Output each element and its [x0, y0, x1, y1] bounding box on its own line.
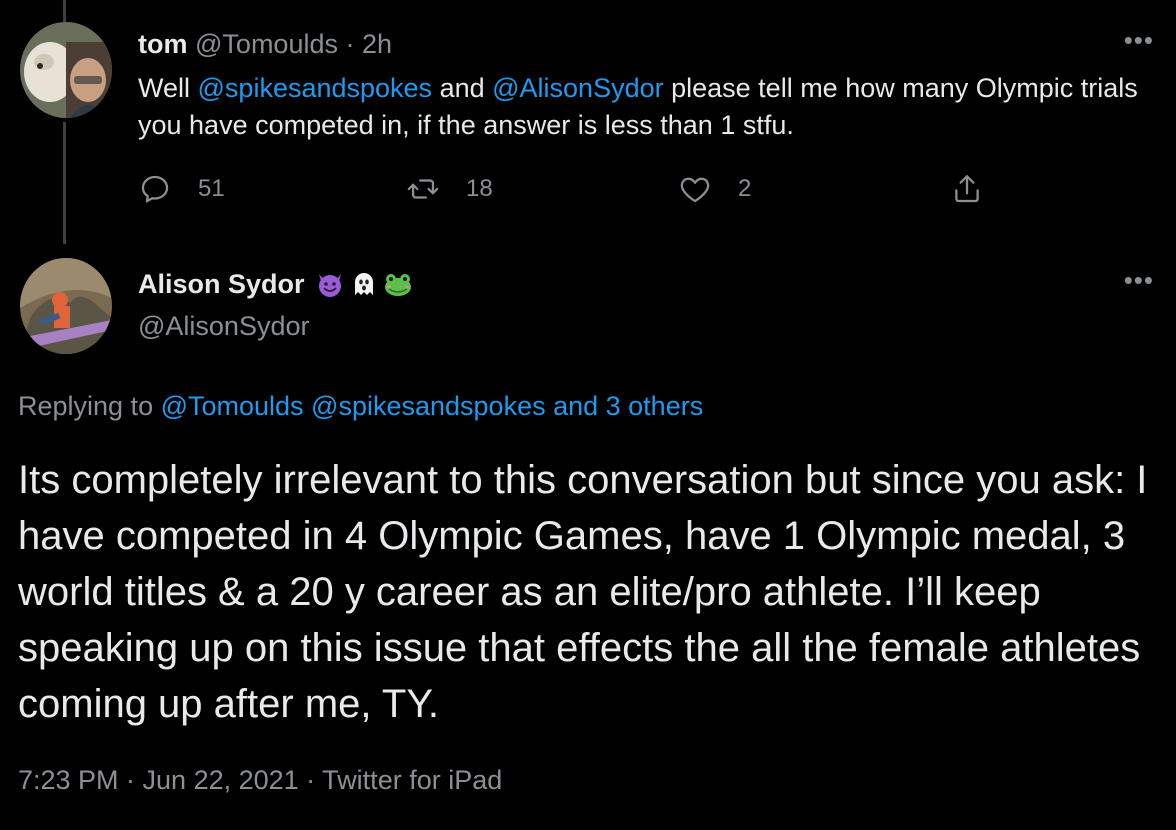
share-button[interactable] [950, 172, 1010, 206]
like-count: 2 [738, 175, 752, 202]
avatar[interactable] [20, 258, 112, 354]
avatar[interactable] [20, 22, 112, 118]
author-handle[interactable]: @Tomoulds [195, 29, 338, 59]
reply-icon [138, 172, 172, 206]
retweet-icon [406, 172, 440, 206]
mention-link[interactable]: @spikesandspokes [198, 73, 433, 103]
reply-button[interactable]: 51 [138, 172, 225, 206]
smiling-devil-icon [315, 269, 345, 299]
retweet-count: 18 [466, 175, 493, 202]
reply-count: 51 [198, 175, 225, 202]
thread-line-top [63, 0, 66, 22]
more-options-icon[interactable]: ••• [1124, 267, 1154, 293]
like-button[interactable]: 2 [678, 172, 751, 206]
retweet-button[interactable]: 18 [406, 172, 493, 206]
replying-to-users[interactable]: @Tomoulds @spikesandspokes and 3 others [161, 391, 704, 421]
separator: · [345, 29, 355, 59]
mention-link[interactable]: @AlisonSydor [492, 73, 663, 103]
parent-tweet-header: tom @Tomoulds · 2h [138, 26, 392, 62]
more-options-icon[interactable]: ••• [1124, 27, 1154, 53]
share-icon [950, 172, 984, 206]
author-handle[interactable]: @AlisonSydor [138, 308, 309, 344]
main-tweet-author: Alison Sydor [138, 264, 413, 304]
tweet-meta[interactable]: 7:23 PM · Jun 22, 2021 · Twitter for iPa… [18, 762, 502, 798]
author-name[interactable]: Alison Sydor [138, 264, 305, 304]
replying-to-label: Replying to [18, 391, 161, 421]
ghost-icon [349, 269, 379, 299]
thread-line-connector [63, 122, 66, 244]
main-tweet-text: Its completely irrelevant to this conver… [18, 458, 1148, 726]
heart-icon [678, 172, 712, 206]
parent-tweet-text: Well @spikesandspokes and @AlisonSydor p… [138, 70, 1148, 144]
tweet-text-segment: and [432, 73, 493, 103]
replying-to: Replying to @Tomoulds @spikesandspokes a… [18, 388, 703, 424]
timestamp[interactable]: 2h [362, 29, 392, 59]
author-name[interactable]: tom [138, 29, 188, 59]
tweet-text-segment: Well [138, 73, 198, 103]
frog-icon [383, 269, 413, 299]
